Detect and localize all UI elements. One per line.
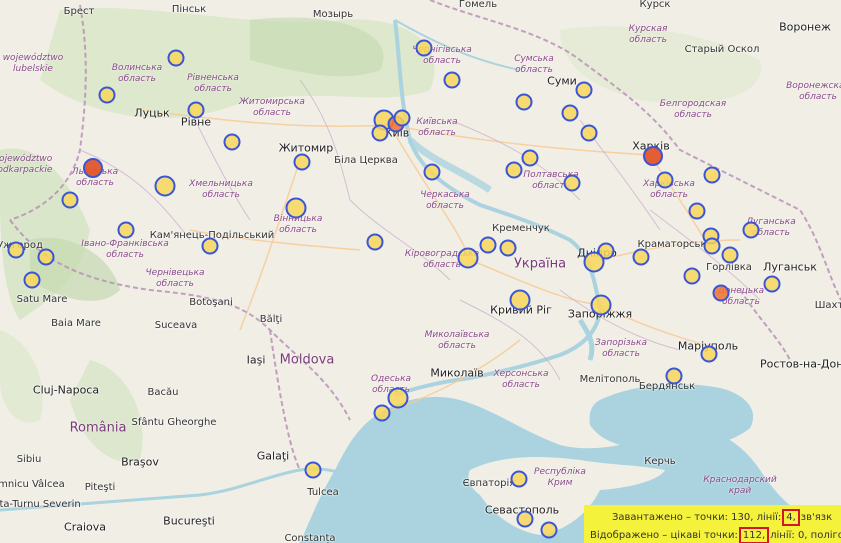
map-marker[interactable] [499, 239, 517, 257]
status-loaded-label: Завантажено – точки: 130, лінії: [612, 512, 782, 523]
map-marker[interactable] [304, 461, 322, 479]
map-view[interactable]: Україна Moldova România Брест Пінськ Моз… [0, 0, 841, 543]
map-marker[interactable] [583, 251, 605, 273]
status-shown-label: Відображено – цікаві точки: [590, 530, 738, 541]
status-shown-row: Відображено – цікаві точки: 112, лінії: 0,… [590, 527, 841, 543]
map-marker[interactable] [516, 510, 534, 528]
map-marker[interactable] [656, 171, 674, 189]
status-loaded-row: Завантажено – точки: 130, лінії: 4, зв'язк [612, 509, 832, 526]
map-marker[interactable] [515, 93, 533, 111]
map-marker[interactable] [37, 248, 55, 266]
map-marker[interactable] [373, 404, 391, 422]
map-marker[interactable] [643, 146, 663, 166]
map-marker[interactable] [479, 236, 497, 254]
map-marker[interactable] [712, 284, 730, 302]
map-marker[interactable] [457, 247, 479, 269]
map-marker[interactable] [423, 163, 441, 181]
status-loaded-lines-highlight: 4, [782, 509, 800, 526]
map-marker[interactable] [700, 345, 718, 363]
map-marker[interactable] [61, 191, 79, 209]
map-marker[interactable] [293, 153, 311, 171]
status-shown-suffix: лінії: 0, полігон [770, 530, 841, 541]
map-marker[interactable] [540, 521, 558, 539]
status-panel: Завантажено – точки: 130, лінії: 4, зв'язк… [584, 505, 841, 543]
status-shown-points-highlight: 112, [738, 527, 770, 543]
map-background [0, 0, 841, 543]
map-marker[interactable] [167, 49, 185, 67]
map-marker[interactable] [665, 367, 683, 385]
map-marker[interactable] [98, 86, 116, 104]
map-marker[interactable] [703, 166, 721, 184]
map-marker[interactable] [521, 149, 539, 167]
map-marker[interactable] [763, 275, 781, 293]
map-marker[interactable] [371, 124, 389, 142]
map-marker[interactable] [223, 133, 241, 151]
map-marker[interactable] [563, 174, 581, 192]
map-marker[interactable] [366, 233, 384, 251]
map-marker[interactable] [742, 221, 760, 239]
map-marker[interactable] [393, 109, 411, 127]
map-marker[interactable] [683, 267, 701, 285]
map-marker[interactable] [703, 237, 721, 255]
status-loaded-suffix: зв'язк [800, 512, 833, 523]
map-marker[interactable] [154, 175, 176, 197]
map-marker[interactable] [561, 104, 579, 122]
map-marker[interactable] [83, 158, 103, 178]
map-marker[interactable] [509, 289, 531, 311]
map-marker[interactable] [7, 241, 25, 259]
map-marker[interactable] [285, 197, 307, 219]
map-marker[interactable] [721, 246, 739, 264]
map-marker[interactable] [505, 161, 523, 179]
map-marker[interactable] [387, 387, 409, 409]
map-marker[interactable] [688, 202, 706, 220]
map-marker[interactable] [510, 470, 528, 488]
map-marker[interactable] [117, 221, 135, 239]
map-marker[interactable] [443, 71, 461, 89]
map-marker[interactable] [575, 81, 593, 99]
map-marker[interactable] [415, 39, 433, 57]
map-marker[interactable] [201, 237, 219, 255]
map-marker[interactable] [23, 271, 41, 289]
map-marker[interactable] [632, 248, 650, 266]
map-marker[interactable] [187, 101, 205, 119]
map-marker[interactable] [590, 294, 612, 316]
map-marker[interactable] [580, 124, 598, 142]
